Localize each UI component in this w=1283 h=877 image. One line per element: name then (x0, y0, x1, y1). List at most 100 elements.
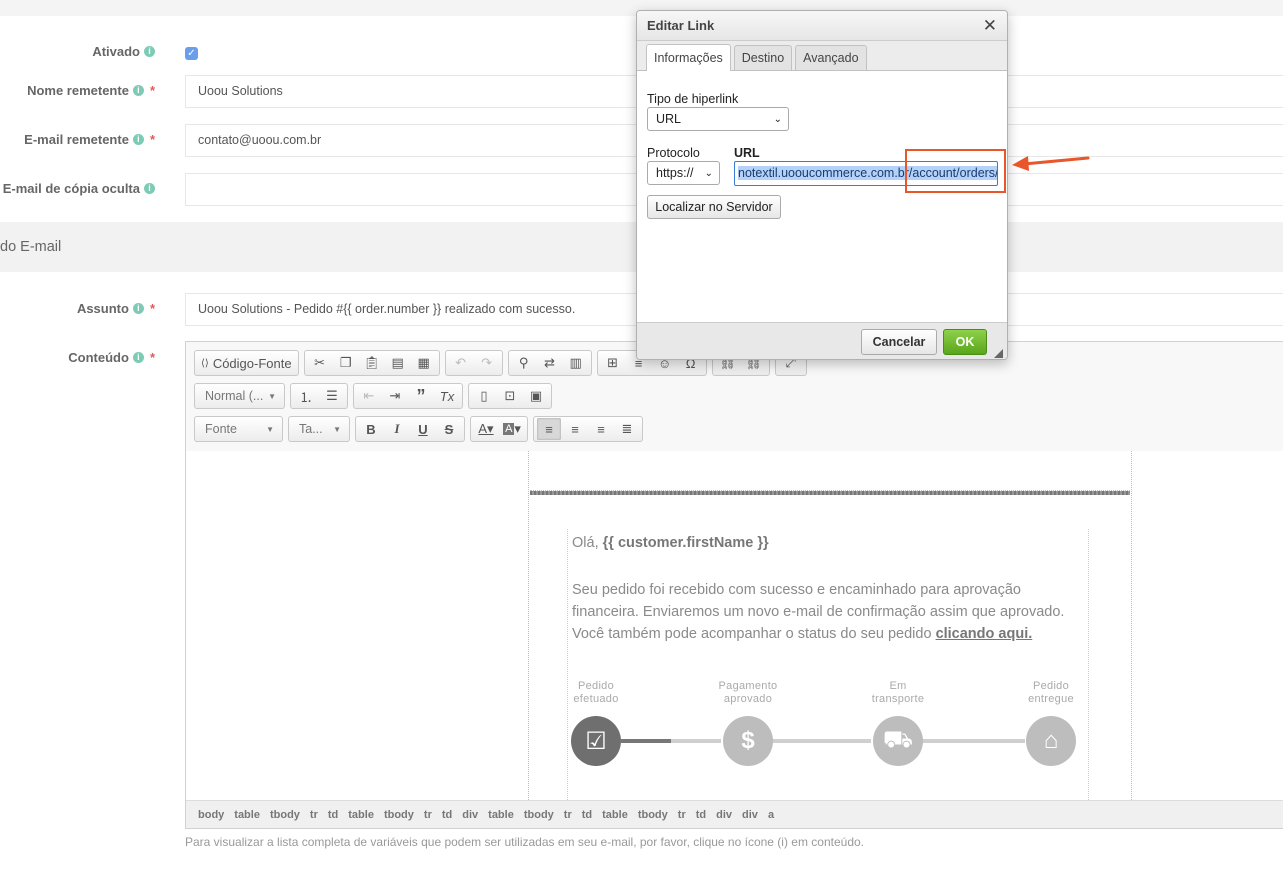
dialog-titlebar[interactable]: Editar Link ✕ (637, 11, 1007, 41)
path-item[interactable]: td (696, 809, 706, 821)
chevron-down-icon: ⌄ (773, 113, 782, 125)
paste-word-icon[interactable]: ▦ (412, 352, 436, 374)
toolbar-row-2: Normal (... ▼ ⒈ ☰ ⇤ ⇥ ” Tx ▯ ⊡ ▣ (194, 383, 552, 411)
progress-line (671, 739, 721, 743)
find-icon[interactable]: ⚲ (512, 352, 536, 374)
truck-icon: ⛟ (873, 716, 923, 766)
track-link[interactable]: clicando aqui. (936, 626, 1033, 642)
browse-server-button[interactable]: Localizar no Servidor (647, 195, 781, 219)
path-item[interactable]: tbody (270, 809, 300, 821)
align-center-icon[interactable]: ≡ (563, 418, 587, 440)
source-icon: ⟨⟩ (201, 357, 209, 369)
paste-icon[interactable]: 📋︎ (360, 352, 384, 374)
background-color-icon[interactable]: A ▾ (500, 418, 524, 440)
url-label: URL (734, 146, 760, 160)
redo-icon[interactable]: ↷ (475, 352, 499, 374)
tab-destino[interactable]: Destino (733, 45, 793, 70)
blockquote-icon[interactable]: ” (409, 385, 433, 407)
path-item[interactable]: tr (564, 809, 572, 821)
align-group: ≡ ≡ ≡ ≣ (533, 416, 643, 442)
source-button[interactable]: ⟨⟩ Código-Fonte (198, 352, 295, 374)
path-item[interactable]: tbody (638, 809, 668, 821)
path-item[interactable]: td (582, 809, 592, 821)
path-item[interactable]: body (198, 809, 224, 821)
source-group: ⟨⟩ Código-Fonte (194, 350, 299, 376)
path-item[interactable]: td (328, 809, 338, 821)
info-icon[interactable]: i (132, 85, 144, 96)
path-item[interactable]: table (234, 809, 260, 821)
path-item[interactable]: tbody (524, 809, 554, 821)
dialog-tabs: Informações Destino Avançado (637, 41, 1007, 71)
numbered-list-icon[interactable]: ⒈ (294, 385, 318, 407)
undo-icon[interactable]: ↶ (449, 352, 473, 374)
dialog-footer: Cancelar OK (637, 322, 1007, 359)
path-item[interactable]: td (442, 809, 452, 821)
info-icon[interactable]: i (132, 134, 144, 145)
info-icon[interactable]: i (144, 183, 155, 194)
film-icon[interactable]: ▯ (472, 385, 496, 407)
strikethrough-icon[interactable]: S (437, 418, 461, 440)
align-left-icon[interactable]: ≡ (537, 418, 561, 440)
tab-informacoes[interactable]: Informações (646, 44, 731, 71)
path-item[interactable]: div (742, 809, 758, 821)
path-item[interactable]: div (716, 809, 732, 821)
table-icon[interactable]: ⊞ (601, 352, 625, 374)
replace-icon[interactable]: ⇄ (538, 352, 562, 374)
email-body: Olá, {{ customer.firstName }} Seu pedido… (567, 529, 1089, 800)
step-label: Pedido entregue (1028, 680, 1074, 705)
path-item[interactable]: table (602, 809, 628, 821)
info-icon[interactable]: i (132, 352, 144, 363)
resize-grip[interactable] (994, 349, 1003, 358)
check-icon: ☑ (571, 716, 621, 766)
info-icon[interactable]: i (144, 46, 155, 57)
select-all-icon[interactable]: ▥ (564, 352, 588, 374)
assunto-label: Assunto i * (76, 301, 155, 316)
info-icon[interactable]: i (132, 303, 144, 314)
tab-avancado[interactable]: Avançado (795, 45, 867, 70)
ok-button[interactable]: OK (943, 329, 987, 355)
required-mark: * (149, 132, 155, 147)
paste-text-icon[interactable]: ▤ (386, 352, 410, 374)
font-select[interactable]: Fonte ▼ (194, 416, 283, 442)
editor-content[interactable]: Olá, {{ customer.firstName }} Seu pedido… (186, 451, 1283, 800)
list-group: ⒈ ☰ (290, 383, 348, 409)
copy-icon[interactable]: ❐ (334, 352, 358, 374)
close-icon[interactable]: ✕ (983, 16, 997, 36)
italic-icon[interactable]: I (385, 418, 409, 440)
remove-format-icon[interactable]: Tx (435, 385, 459, 407)
email-template-frame: Olá, {{ customer.firstName }} Seu pedido… (528, 451, 1132, 800)
tipo-label: Tipo de hiperlink (647, 92, 739, 106)
path-item[interactable]: div (462, 809, 478, 821)
indent-icon[interactable]: ⇥ (383, 385, 407, 407)
cut-icon[interactable]: ✂ (308, 352, 332, 374)
align-right-icon[interactable]: ≡ (589, 418, 613, 440)
path-item[interactable]: a (768, 809, 774, 821)
path-item[interactable]: tr (678, 809, 686, 821)
element-path-bar: body table tbody tr td table tbody tr td div table… (186, 800, 1283, 828)
cancel-button[interactable]: Cancelar (861, 329, 937, 355)
format-select[interactable]: Normal (... ▼ (194, 383, 285, 409)
text-color-icon[interactable]: A▾ (474, 418, 498, 440)
toolbar-row-3: Fonte ▼ Ta... ▼ B I U S A▾ A ▾ ≡ ≡ ≡ ≣ (194, 416, 643, 444)
ativado-checkbox[interactable]: ✓ (185, 47, 198, 60)
dialog-title: Editar Link (647, 18, 715, 33)
image-icon[interactable]: ▣ (524, 385, 548, 407)
path-item[interactable]: tr (424, 809, 432, 821)
bulleted-list-icon[interactable]: ☰ (320, 385, 344, 407)
rich-text-editor[interactable]: ⟨⟩ Código-Fonte ✂ ❐ 📋︎ ▤ ▦ ↶ ↷ ⚲ ⇄ ▥ ⊞ ≡… (185, 341, 1283, 829)
size-select[interactable]: Ta... ▼ (288, 416, 350, 442)
email-bcc-label: E-mail de cópia oculta i (3, 181, 155, 196)
align-justify-icon[interactable]: ≣ (615, 418, 639, 440)
tipo-select[interactable]: URL ⌄ (647, 107, 789, 131)
step-label: Em transporte (871, 680, 925, 705)
insert-image-plus-icon[interactable]: ⊡ (498, 385, 522, 407)
underline-icon[interactable]: U (411, 418, 435, 440)
protocolo-select[interactable]: https:// ⌄ (647, 161, 720, 185)
outdent-icon[interactable]: ⇤ (357, 385, 381, 407)
path-item[interactable]: table (488, 809, 514, 821)
path-item[interactable]: tr (310, 809, 318, 821)
undo-group: ↶ ↷ (444, 350, 503, 376)
bold-icon[interactable]: B (359, 418, 383, 440)
path-item[interactable]: tbody (384, 809, 414, 821)
path-item[interactable]: table (348, 809, 374, 821)
